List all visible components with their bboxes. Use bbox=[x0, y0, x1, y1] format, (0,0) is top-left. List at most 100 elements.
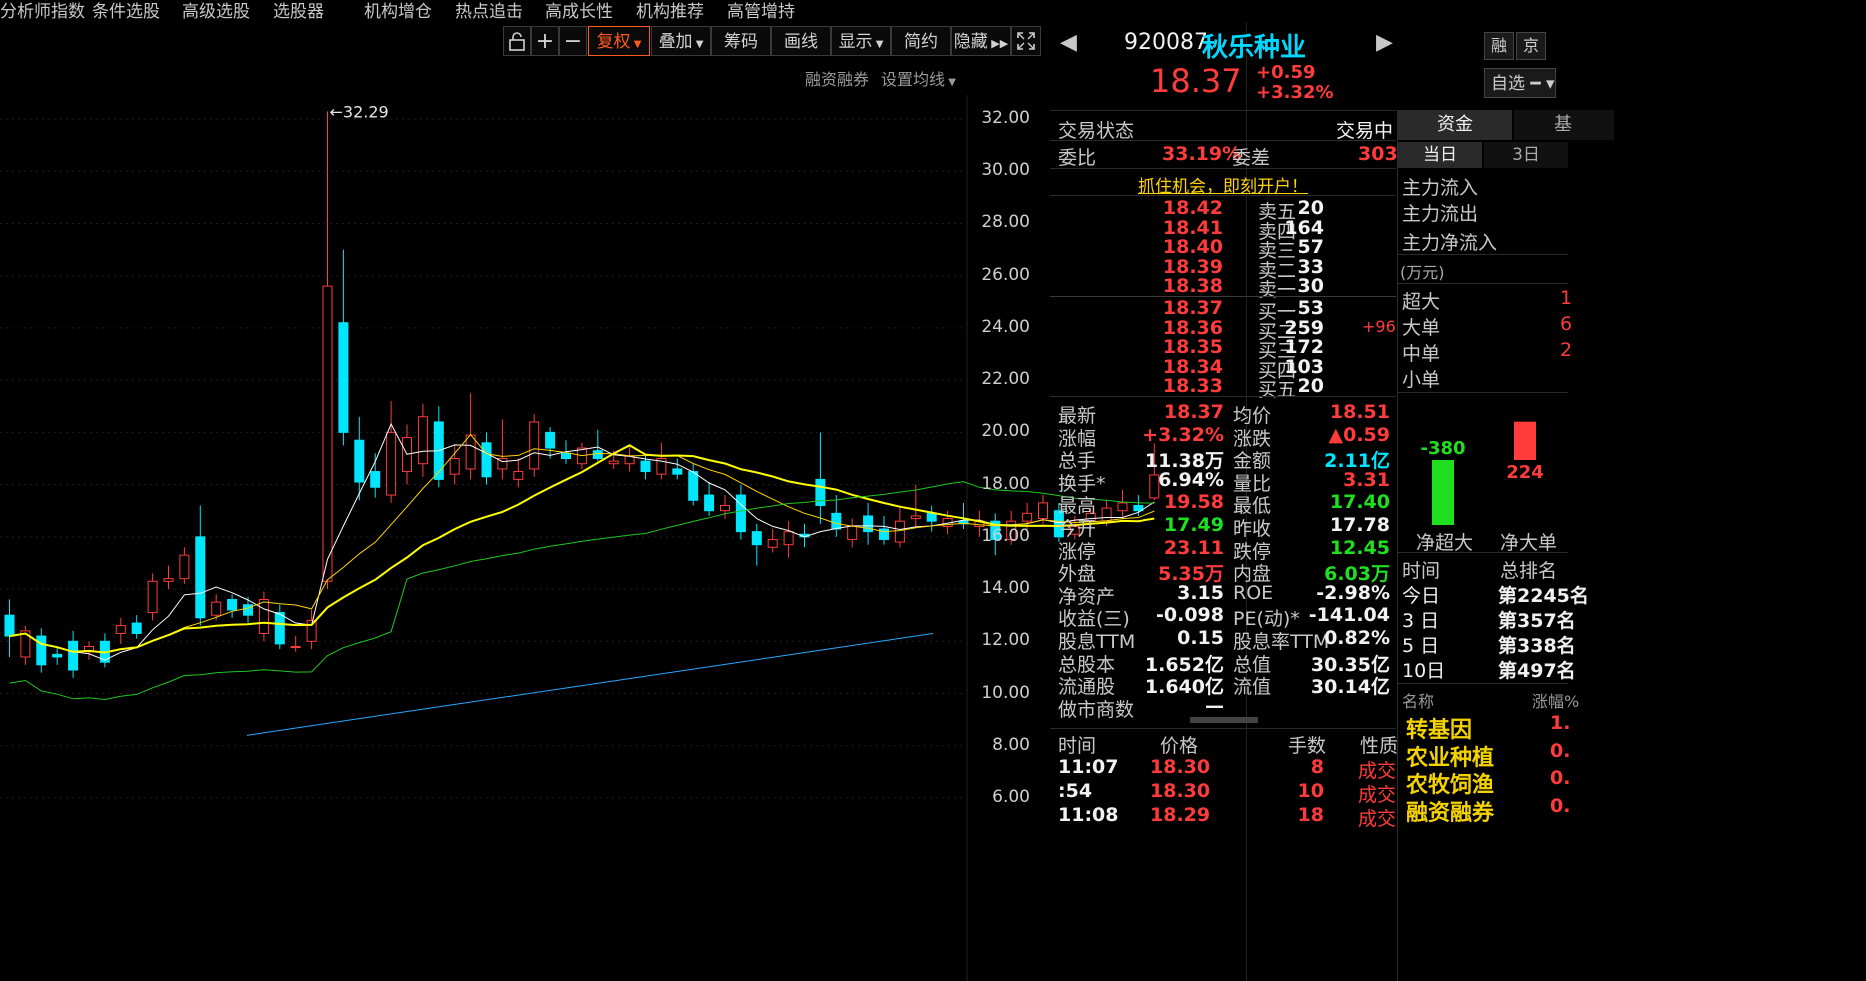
collapse-handle[interactable] bbox=[1190, 717, 1258, 723]
jing-button[interactable]: 京 bbox=[1516, 32, 1546, 60]
candle-body bbox=[640, 460, 651, 473]
stat-value: ▲0.59 bbox=[1328, 423, 1391, 446]
status-label: 交易状态 bbox=[1058, 120, 1135, 142]
candle-body bbox=[115, 625, 126, 634]
candle-body bbox=[529, 421, 540, 470]
candle-body bbox=[417, 416, 428, 465]
size-label: 超大 bbox=[1402, 291, 1441, 313]
lock-icon bbox=[509, 32, 525, 51]
stat-value: +3.32% bbox=[1142, 423, 1224, 446]
nav-inst-recommend[interactable]: 机构推荐 bbox=[636, 0, 704, 22]
candle-body bbox=[1022, 512, 1033, 522]
stock-code: 920087 bbox=[1124, 30, 1208, 55]
subtab-today[interactable]: 当日 bbox=[1398, 142, 1482, 168]
nav-inst-increase[interactable]: 机构增仓 bbox=[364, 0, 432, 22]
chouma-button[interactable]: 筹码 bbox=[711, 26, 771, 56]
stat-value: 17.40 bbox=[1329, 491, 1390, 514]
candle-body bbox=[894, 520, 905, 543]
ask-price[interactable]: 18.38 bbox=[1133, 275, 1223, 297]
bar-label-chaoda: 净超大 bbox=[1416, 532, 1474, 554]
stat-value: 30.14亿 bbox=[1310, 676, 1390, 699]
fuquan-dropdown[interactable]: 复权 ▼ bbox=[588, 26, 650, 56]
nav-stock-screener[interactable]: 选股器 bbox=[273, 0, 324, 22]
tab-zijin[interactable]: 资金 bbox=[1398, 110, 1512, 140]
stat-label: 做市商数 bbox=[1058, 698, 1135, 721]
candle-body bbox=[68, 640, 79, 671]
nav-condition-select[interactable]: 条件选股 bbox=[92, 0, 160, 22]
yincang-button[interactable]: 隐藏 ▶▶ bbox=[951, 26, 1011, 56]
rank-period: 今日 bbox=[1402, 585, 1441, 607]
jianyue-button[interactable]: 简约 bbox=[891, 26, 951, 56]
bid-volume: 20 bbox=[1297, 375, 1324, 397]
prev-stock-button[interactable]: ◀ bbox=[1060, 30, 1077, 55]
candle-body bbox=[211, 601, 222, 616]
yincang-label: 隐藏 bbox=[953, 32, 988, 52]
candle-body bbox=[815, 478, 826, 507]
zoom-out-button[interactable]: − bbox=[559, 26, 587, 56]
nav-hot-track[interactable]: 热点追击 bbox=[455, 0, 523, 22]
y-tick-label: 18.00 bbox=[981, 473, 1030, 494]
y-tick-label: 20.00 bbox=[981, 421, 1030, 442]
candle-body bbox=[672, 468, 683, 475]
concept-name[interactable]: 融资融券 bbox=[1406, 795, 1494, 827]
bid-price[interactable]: 18.33 bbox=[1133, 375, 1223, 397]
zoom-in-button[interactable]: + bbox=[531, 26, 559, 56]
nav-exec-increase[interactable]: 高管增持 bbox=[727, 0, 795, 22]
diejia-dropdown[interactable]: 叠加 ▼ bbox=[651, 26, 711, 56]
rank-value: 第2245名 bbox=[1498, 585, 1589, 607]
rank-value: 第357名 bbox=[1498, 610, 1576, 632]
caret-down-icon: ▼ bbox=[630, 39, 642, 50]
next-stock-button[interactable]: ▶ bbox=[1376, 30, 1393, 55]
nav-analyst-index[interactable]: 分析师指数 bbox=[0, 0, 85, 22]
candle-body bbox=[608, 460, 619, 465]
stat-value: 3.31 bbox=[1343, 468, 1390, 491]
stat-value: -141.04 bbox=[1308, 604, 1390, 627]
fullscreen-button[interactable] bbox=[1011, 26, 1041, 56]
candle-body bbox=[290, 646, 301, 649]
nav-high-growth[interactable]: 高成长性 bbox=[545, 0, 613, 22]
stock-pct: +3.32% bbox=[1256, 82, 1334, 103]
candle-body bbox=[465, 434, 476, 470]
tab-ji[interactable]: 基 bbox=[1514, 110, 1614, 140]
candle-body bbox=[926, 512, 937, 522]
stat-label: ROE bbox=[1233, 581, 1274, 604]
y-tick-label: 6.00 bbox=[992, 787, 1030, 807]
zixuan-dropdown[interactable]: 自选 ━ ▾ bbox=[1484, 68, 1556, 98]
candle-body bbox=[910, 515, 921, 520]
concept-header-name: 名称 bbox=[1402, 692, 1435, 711]
rong-button[interactable]: 融 bbox=[1484, 32, 1514, 60]
ff-main-net: 主力净流入 bbox=[1402, 232, 1498, 254]
candle-body bbox=[751, 531, 762, 546]
stock-price: 18.37 bbox=[1150, 62, 1242, 100]
candle-body bbox=[847, 525, 858, 540]
candle-body bbox=[386, 431, 397, 496]
concept-pct: 0. bbox=[1550, 739, 1571, 762]
candle-body bbox=[481, 442, 492, 478]
minus-caret-icon: ━ ▾ bbox=[1525, 74, 1555, 94]
huaxian-button[interactable]: 画线 bbox=[771, 26, 831, 56]
candle-body bbox=[449, 458, 460, 475]
y-tick-label: 26.00 bbox=[981, 264, 1030, 285]
lock-button[interactable] bbox=[503, 26, 531, 56]
y-tick-label: 10.00 bbox=[981, 682, 1030, 703]
subtab-3d[interactable]: 3日 bbox=[1484, 142, 1568, 168]
tick-price: 18.29 bbox=[1150, 804, 1211, 826]
tick-time: 11:07 bbox=[1058, 756, 1119, 778]
kline-chart[interactable]: ←32.29 32.00 30.00 28.00 26.00 24.00 22.00 20.… bbox=[0, 95, 1240, 981]
ma250-line bbox=[246, 632, 934, 736]
candle-body bbox=[513, 471, 524, 480]
candle-body bbox=[227, 599, 238, 611]
candle-body bbox=[322, 285, 333, 582]
tick-kind: 成交 bbox=[1358, 808, 1397, 830]
nav-advanced-select[interactable]: 高级选股 bbox=[182, 0, 250, 22]
open-account-link[interactable]: 抓住机会，即刻开户！ bbox=[1138, 172, 1308, 197]
xianshi-dropdown[interactable]: 显示 ▼ bbox=[831, 26, 891, 56]
tick-volume: 8 bbox=[1310, 756, 1324, 778]
stat-value: — bbox=[1205, 694, 1224, 717]
stat-value: 18.51 bbox=[1329, 401, 1390, 423]
set-ma-dropdown[interactable]: 设置均线 ▼ bbox=[881, 66, 956, 90]
candle-body bbox=[783, 531, 794, 546]
size-value: 6 bbox=[1560, 313, 1573, 335]
kline-svg[interactable]: ←32.29 bbox=[0, 95, 1240, 981]
rzrq-link[interactable]: 融资融券 bbox=[805, 66, 869, 90]
